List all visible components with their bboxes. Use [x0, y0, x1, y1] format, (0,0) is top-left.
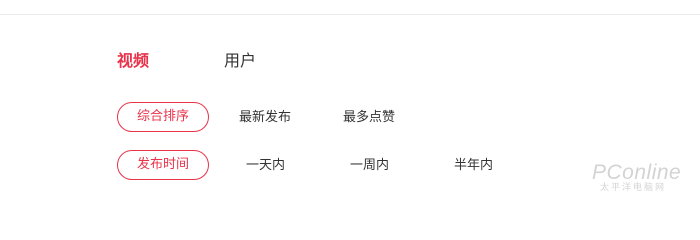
sort-comprehensive-chip[interactable]: 综合排序 — [117, 102, 209, 132]
top-divider — [0, 14, 700, 15]
sort-latest-option[interactable]: 最新发布 — [239, 109, 291, 127]
sort-most-likes-option[interactable]: 最多点赞 — [343, 109, 395, 127]
time-half-year-option[interactable]: 半年内 — [454, 157, 493, 175]
search-filter-panel: 视频 用户 综合排序 最新发布 最多点赞 发布时间 一天内 一周内 半年内 PC… — [0, 0, 700, 200]
watermark-brand: PConline — [592, 161, 682, 184]
tab-users[interactable]: 用户 — [224, 50, 256, 72]
time-one-day-option[interactable]: 一天内 — [246, 157, 285, 175]
tab-videos[interactable]: 视频 — [117, 50, 149, 72]
publish-time-chip[interactable]: 发布时间 — [117, 150, 209, 180]
time-one-week-option[interactable]: 一周内 — [350, 157, 389, 175]
pconline-watermark-logo: PConline 太平洋电脑网 — [592, 162, 696, 196]
watermark-tagline: 太平洋电脑网 — [600, 182, 667, 192]
